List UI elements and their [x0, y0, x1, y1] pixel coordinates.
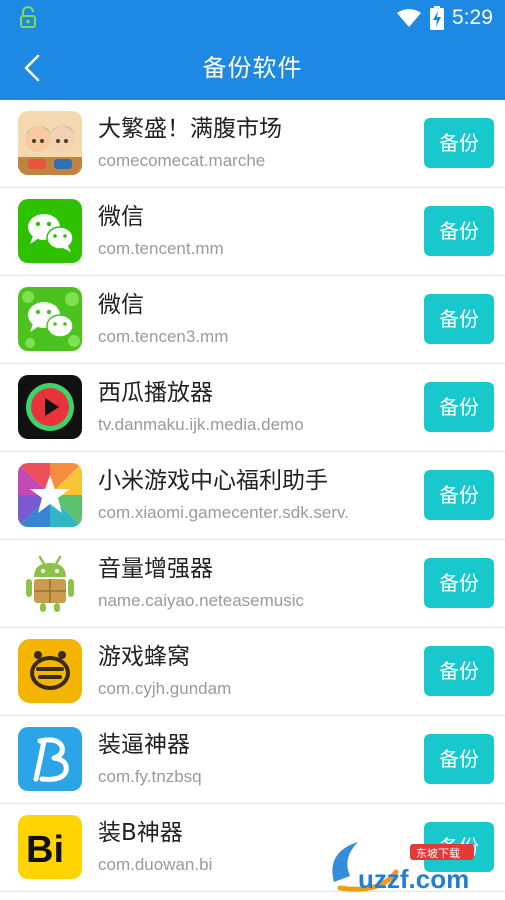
app-name: 微信: [98, 292, 144, 318]
app-name: 游戏蜂窝: [98, 644, 190, 670]
app-name: 大繁盛！满腹市场: [98, 116, 282, 142]
bee-icon: [18, 639, 82, 703]
backup-button[interactable]: 备份: [424, 206, 494, 256]
app-package: name.caiyao.neteasemusic: [98, 591, 305, 610]
app-package: tv.danmaku.ijk.media.demo: [98, 415, 304, 434]
star-icon: [18, 463, 82, 527]
app-name: 微信: [98, 204, 144, 230]
wechat-icon: [18, 199, 82, 263]
app-bar: 备份软件: [0, 36, 505, 100]
app-row: 微信 com.tencen3.mm 备份: [0, 276, 505, 364]
watermark-subtext: 东坡下载: [416, 847, 460, 860]
app-package: com.xiaomi.gamecenter.sdk.serv.: [98, 503, 349, 522]
app-row: 音量增强器 name.caiyao.neteasemusic 备份: [0, 540, 505, 628]
play-circle-icon: [18, 375, 82, 439]
game-characters-icon: [18, 111, 82, 175]
app-name: 音量增强器: [98, 556, 213, 582]
backup-button[interactable]: 备份: [424, 558, 494, 608]
app-name: 小米游戏中心福利助手: [98, 468, 328, 494]
app-name: 西瓜播放器: [98, 380, 213, 406]
app-row: 游戏蜂窝 com.cyjh.gundam 备份: [0, 628, 505, 716]
backup-button[interactable]: 备份: [424, 294, 494, 344]
backup-button[interactable]: 备份: [424, 118, 494, 168]
battery-charging-icon: [430, 6, 444, 30]
app-row: 微信 com.tencent.mm 备份: [0, 188, 505, 276]
app-list: 大繁盛！满腹市场 comecomecat.marche 备份 微信 com.te…: [0, 100, 505, 900]
watermark-logo: 东坡下载 uzzf.com: [332, 842, 474, 894]
app-package: com.tencen3.mm: [98, 327, 229, 346]
bi-logo-icon: Bi: [18, 815, 82, 879]
backup-button[interactable]: 备份: [424, 382, 494, 432]
app-name: 装逼神器: [98, 732, 190, 758]
app-row: 西瓜播放器 tv.danmaku.ijk.media.demo 备份: [0, 364, 505, 452]
letter-b-icon: [18, 727, 82, 791]
backup-button[interactable]: 备份: [424, 470, 494, 520]
svg-text:Bi: Bi: [26, 829, 64, 871]
watermark-text: uzzf.com: [358, 864, 469, 894]
backup-button[interactable]: 备份: [424, 734, 494, 784]
app-name: 装B神器: [98, 820, 183, 846]
app-package: com.fy.tnzbsq: [98, 767, 202, 786]
wifi-icon: [397, 9, 421, 27]
app-row: 小米游戏中心福利助手 com.xiaomi.gamecenter.sdk.ser…: [0, 452, 505, 540]
notification-lock-icon: [20, 6, 36, 28]
status-bar: 5:29: [0, 0, 505, 36]
app-row: 装逼神器 com.fy.tnzbsq 备份: [0, 716, 505, 804]
status-time: 5:29: [452, 6, 493, 29]
app-package: com.tencent.mm: [98, 239, 224, 258]
wechat-clone-icon: [18, 287, 82, 351]
android-robot-icon: [18, 551, 82, 615]
page-title: 备份软件: [202, 54, 303, 82]
app-row: 大繁盛！满腹市场 comecomecat.marche 备份: [0, 100, 505, 188]
app-package: com.cyjh.gundam: [98, 679, 232, 698]
backup-button[interactable]: 备份: [424, 646, 494, 696]
app-package: comecomecat.marche: [98, 151, 266, 170]
